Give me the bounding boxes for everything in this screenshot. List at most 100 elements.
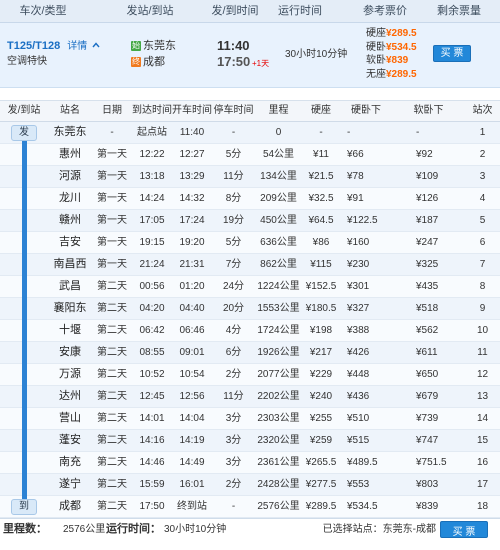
station-name: 龙川 — [59, 192, 81, 204]
stop-duration: 2分 — [225, 369, 242, 380]
hard-seat-price: ¥11 — [313, 149, 329, 160]
stop-sequence: 6 — [479, 237, 486, 248]
price-value: ¥534.5 — [386, 41, 417, 53]
column-header-soft-sleeper-lower: 软卧下 — [413, 105, 444, 116]
column-header-departure: 开车时间 — [172, 105, 212, 116]
footer-buy-ticket-button[interactable]: 买 票 — [440, 521, 488, 538]
hard-seat-price: ¥180.5 — [305, 303, 337, 314]
price-soft-sleeper: 软卧¥839 — [366, 54, 417, 68]
stop-row[interactable]: 发 东莞东 - 起点站 11:40 - 0 - - - 1 — [0, 122, 500, 144]
stop-row[interactable]: 武昌 第二天 00:56 01:20 24分 1224公里 ¥152.5 ¥301 ¥435 8 — [0, 276, 500, 298]
stop-duration: 4分 — [225, 325, 242, 336]
travel-day: 第二天 — [97, 435, 127, 446]
station-name: 河源 — [59, 170, 81, 182]
route-marker-cell: 发 — [0, 122, 48, 143]
hard-sleeper-lower-price: ¥301 — [347, 281, 370, 292]
stop-row[interactable]: 南充 第二天 14:46 14:49 3分 2361公里 ¥265.5 ¥489.5 ¥751.… — [0, 452, 500, 474]
departure-time: 16:01 — [179, 479, 205, 490]
arrival-time: 14:46 — [139, 457, 165, 468]
stop-duration: 5分 — [225, 237, 242, 248]
travel-day: 第一天 — [97, 237, 127, 248]
stop-row[interactable]: 遂宁 第二天 15:59 16:01 2分 2428公里 ¥277.5 ¥553 ¥803 17 — [0, 474, 500, 496]
arrival-time: 14:01 — [139, 413, 165, 424]
hard-seat-price: ¥115 — [310, 259, 332, 270]
station-name: 安康 — [59, 346, 81, 358]
hard-sleeper-lower-price: ¥327 — [347, 303, 370, 314]
column-header-times: 发/到时间 — [211, 5, 259, 17]
stop-duration: 8分 — [225, 193, 242, 204]
hard-sleeper-lower-price: ¥230 — [347, 259, 370, 270]
departure-time: 12:27 — [179, 149, 205, 160]
stop-row[interactable]: 达州 第二天 12:45 12:56 11分 2202公里 ¥240 ¥436 ¥679 13 — [0, 386, 500, 408]
departure-time: 14:32 — [179, 193, 205, 204]
stop-duration: 20分 — [222, 303, 245, 314]
stop-row[interactable]: 襄阳东 第二天 04:20 04:40 20分 1553公里 ¥180.5 ¥327 ¥518 9 — [0, 298, 500, 320]
column-header-duration: 运行时间 — [278, 5, 322, 17]
stop-row[interactable]: 十堰 第二天 06:42 06:46 4分 1724公里 ¥198 ¥388 ¥562 10 — [0, 320, 500, 342]
stop-row[interactable]: 龙川 第一天 14:24 14:32 8分 209公里 ¥32.5 ¥91 ¥126 4 — [0, 188, 500, 210]
column-header-route: 发/到站 — [7, 105, 41, 116]
arrival-time: 12:45 — [139, 391, 165, 402]
stop-row[interactable]: 吉安 第一天 19:15 19:20 5分 636公里 ¥86 ¥160 ¥247 6 — [0, 232, 500, 254]
travel-day: 第二天 — [97, 413, 127, 424]
departure-time: 14:49 — [179, 457, 205, 468]
hard-seat-price: ¥64.5 — [308, 215, 334, 226]
stop-row[interactable]: 河源 第一天 13:18 13:29 11分 134公里 ¥21.5 ¥78 ¥109 3 — [0, 166, 500, 188]
distance: 134公里 — [260, 171, 297, 182]
column-header-sequence: 站次 — [472, 105, 493, 116]
stop-sequence: 16 — [476, 457, 489, 468]
stop-sequence: 2 — [479, 149, 486, 160]
hard-seat-price: ¥32.5 — [308, 193, 334, 204]
travel-day: 第二天 — [97, 501, 127, 512]
distance: 2428公里 — [257, 479, 300, 490]
travel-day: 第二天 — [97, 457, 127, 468]
train-number-line: T125/T128 详情 — [7, 39, 100, 54]
details-toggle[interactable]: 详情 — [67, 41, 100, 52]
station-name: 十堰 — [59, 324, 81, 336]
stop-duration: 7分 — [225, 259, 242, 270]
price-value: ¥289.5 — [386, 28, 417, 39]
from-station: 东莞东 — [143, 40, 176, 52]
hard-sleeper-lower-price: ¥426 — [347, 347, 370, 358]
departure-time: 21:31 — [179, 259, 205, 270]
price-no-seat: 无座¥289.5 — [366, 68, 417, 82]
column-header-hard-sleeper-lower: 硬卧下 — [351, 105, 381, 116]
hard-seat-price: ¥86 — [312, 237, 330, 248]
stop-duration: 11分 — [223, 171, 244, 182]
hard-sleeper-lower-price: ¥122.5 — [347, 215, 378, 226]
stop-row[interactable]: 南昌西 第一天 21:24 21:31 7分 862公里 ¥115 ¥230 ¥325 7 — [0, 254, 500, 276]
stop-sequence: 11 — [477, 347, 488, 358]
stop-row[interactable]: 到 成都 第二天 17:50 终到站 - 2576公里 ¥289.5 ¥534.5 ¥839 18 — [0, 496, 500, 518]
arrival-time: 14:16 — [139, 435, 165, 446]
stops-table-body: 发东莞东 - 起点站 11:40-0- - -1 惠州 第一天 12:22 12:27 5分 54公里… — [0, 122, 500, 518]
hard-sleeper-lower-price: ¥510 — [347, 413, 370, 424]
footer-bar: 里程数： 2576公里 运行时间： 30小时10分钟 已选择站点：东莞东-成都 … — [0, 518, 500, 540]
end-station-icon: 终 — [131, 57, 141, 67]
stop-row[interactable]: 万源 第二天 10:52 10:54 2分 2077公里 ¥229 ¥448 ¥650 12 — [0, 364, 500, 386]
distance: 636公里 — [260, 237, 297, 248]
arrival-time: 19:15 — [139, 237, 165, 248]
train-number-link[interactable]: T125/T128 — [7, 40, 60, 52]
selected-stations-label: 已选择站点： — [322, 524, 383, 535]
station-name: 蓬安 — [59, 434, 81, 446]
stop-row[interactable]: 蓬安 第二天 14:16 14:19 3分 2320公里 ¥259 ¥515 ¥747 15 — [0, 430, 500, 452]
stop-row[interactable]: 安康 第二天 08:55 09:01 6分 1926公里 ¥217 ¥426 ¥611 11 — [0, 342, 500, 364]
stop-row[interactable]: 营山 第二天 14:01 14:04 3分 2303公里 ¥255 ¥510 ¥739 14 — [0, 408, 500, 430]
soft-sleeper-lower-price: ¥747 — [416, 435, 439, 446]
station-name: 南昌西 — [53, 258, 87, 270]
soft-sleeper-lower-price: ¥650 — [416, 369, 439, 380]
stop-row[interactable]: 赣州 第一天 17:05 17:24 19分 450公里 ¥64.5 ¥122.5 ¥187 5 — [0, 210, 500, 232]
arrival-time: 14:24 — [139, 193, 165, 204]
hard-sleeper-lower-price: ¥160 — [347, 237, 370, 248]
departure-time: 11:40 — [217, 38, 250, 53]
result-header: 车次/类型 发站/到站 发/到时间 运行时间 参考票价 剩余票量 — [0, 0, 500, 23]
travel-day: 第二天 — [97, 391, 127, 402]
details-label: 详情 — [67, 41, 88, 52]
arrive-marker: 到 — [11, 499, 37, 515]
station-name: 遂宁 — [59, 478, 81, 490]
buy-ticket-button[interactable]: 买 票 — [433, 45, 471, 62]
soft-sleeper-lower-price: ¥187 — [416, 215, 439, 226]
station-name: 东莞东 — [53, 126, 87, 138]
stop-row[interactable]: 惠州 第一天 12:22 12:27 5分 54公里 ¥11 ¥66 ¥92 2 — [0, 144, 500, 166]
arrival-time: 15:59 — [139, 479, 165, 490]
